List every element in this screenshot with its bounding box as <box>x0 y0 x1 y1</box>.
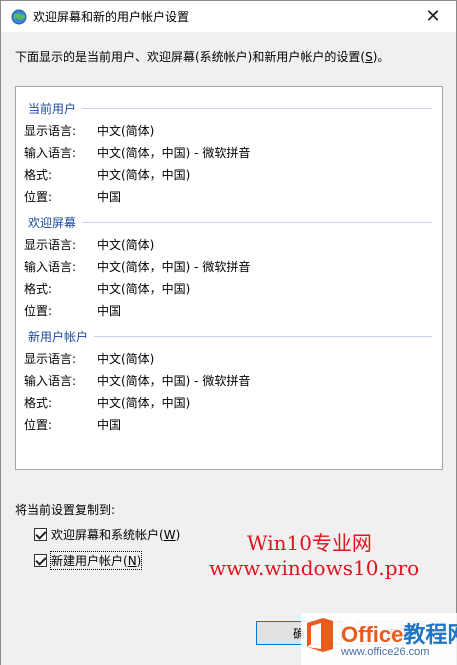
setting-row: 格式: 中文(简体，中国) <box>24 165 190 183</box>
globe-settings-icon <box>11 9 27 25</box>
setting-value: 中国 <box>97 189 122 204</box>
setting-key: 格式: <box>24 167 53 182</box>
watermark-url: www.windows10.pro <box>209 556 420 580</box>
intro-suffix: )。 <box>372 50 390 64</box>
section-title: 欢迎屏幕 <box>28 215 77 230</box>
intro-hotkey: S <box>365 50 373 64</box>
checkbox-label: 欢迎屏幕和系统帐户(W) <box>51 526 180 543</box>
settings-dialog: 欢迎屏幕和新的用户帐户设置 ✕ 下面显示的是当前用户、欢迎屏幕(系统帐户)和新用… <box>0 0 457 665</box>
new-user-account-checkbox[interactable]: 新建用户帐户(N) <box>34 551 143 570</box>
setting-row: 位置: 中国 <box>24 187 121 205</box>
copy-settings-label: 将当前设置复制到: <box>15 503 116 517</box>
settings-panel: 当前用户 显示语言: 中文(简体) 输入语言: 中文(简体，中国) - 微软拼音 格… <box>15 86 443 470</box>
setting-value: 中文(简体，中国) <box>97 167 191 182</box>
welcome-system-account-checkbox[interactable]: 欢迎屏幕和系统帐户(W) <box>34 526 180 543</box>
setting-key: 显示语言: <box>24 351 77 366</box>
section-divider <box>94 335 432 337</box>
setting-value: 中国 <box>97 303 122 318</box>
setting-key: 显示语言: <box>24 123 77 138</box>
setting-key: 输入语言: <box>24 259 77 274</box>
setting-value: 中文(简体，中国) - 微软拼音 <box>97 145 251 160</box>
title-bar: 欢迎屏幕和新的用户帐户设置 ✕ <box>1 1 456 32</box>
setting-key: 格式: <box>24 395 53 410</box>
setting-row: 显示语言: 中文(简体) <box>24 121 154 139</box>
setting-value: 中文(简体，中国) - 微软拼音 <box>97 259 251 274</box>
setting-key: 显示语言: <box>24 237 77 252</box>
checkbox-label: 新建用户帐户(N) <box>49 551 143 570</box>
setting-value: 中文(简体) <box>97 237 155 252</box>
setting-key: 位置: <box>24 189 53 204</box>
setting-key: 位置: <box>24 303 53 318</box>
setting-row: 格式: 中文(简体，中国) <box>24 279 190 297</box>
intro-main: 下面显示的是当前用户、欢迎屏幕(系统帐户)和新用户帐户的设置( <box>15 50 366 64</box>
setting-key: 输入语言: <box>24 373 77 388</box>
window-title: 欢迎屏幕和新的用户帐户设置 <box>33 10 190 24</box>
section-header: 新用户帐户 <box>28 327 432 345</box>
office-logo-icon <box>307 618 333 652</box>
checkbox-label-suffix: ) <box>175 528 181 542</box>
setting-row: 格式: 中文(简体，中国) <box>24 393 190 411</box>
setting-value: 中文(简体，中国) <box>97 281 191 296</box>
setting-row: 输入语言: 中文(简体，中国) - 微软拼音 <box>24 371 250 389</box>
setting-row: 位置: 中国 <box>24 301 121 319</box>
section-title: 当前用户 <box>28 101 77 116</box>
close-button[interactable]: ✕ <box>410 1 456 32</box>
checkbox-label-text: 新建用户帐户( <box>51 554 128 568</box>
setting-key: 格式: <box>24 281 53 296</box>
logo-url: www.office26.com <box>341 646 430 658</box>
setting-key: 位置: <box>24 417 53 432</box>
checkbox-checked-icon[interactable] <box>34 528 47 541</box>
section-header: 当前用户 <box>28 99 432 117</box>
setting-value: 中国 <box>97 417 122 432</box>
setting-row: 显示语言: 中文(简体) <box>24 349 154 367</box>
section-divider <box>82 107 432 109</box>
setting-value: 中文(简体，中国) - 微软拼音 <box>97 373 251 388</box>
section-header: 欢迎屏幕 <box>28 213 432 231</box>
close-icon: ✕ <box>425 6 441 27</box>
logo-name: Office教程网 <box>341 617 457 649</box>
setting-value: 中文(简体，中国) <box>97 395 191 410</box>
section-divider <box>82 221 432 223</box>
setting-row: 位置: 中国 <box>24 415 121 433</box>
setting-value: 中文(简体) <box>97 351 155 366</box>
intro-text: 下面显示的是当前用户、欢迎屏幕(系统帐户)和新用户帐户的设置(S)。 <box>15 48 389 65</box>
setting-row: 输入语言: 中文(简体，中国) - 微软拼音 <box>24 257 250 275</box>
checkbox-label-text: 欢迎屏幕和系统帐户( <box>51 528 164 542</box>
section-title: 新用户帐户 <box>28 329 89 344</box>
checkbox-label-suffix: ) <box>136 554 142 568</box>
checkbox-checked-icon[interactable] <box>34 554 47 567</box>
checkbox-hotkey: W <box>163 528 176 542</box>
setting-row: 输入语言: 中文(简体，中国) - 微软拼音 <box>24 143 250 161</box>
logo-name-part2: 教程网 <box>403 622 457 647</box>
setting-row: 显示语言: 中文(简体) <box>24 235 154 253</box>
office-tutorial-logo: Office教程网 www.office26.com <box>301 613 457 665</box>
setting-key: 输入语言: <box>24 145 77 160</box>
checkbox-hotkey: N <box>127 554 137 568</box>
logo-name-part1: Office <box>341 622 404 647</box>
watermark-title: Win10专业网 <box>247 531 372 555</box>
setting-value: 中文(简体) <box>97 123 155 138</box>
